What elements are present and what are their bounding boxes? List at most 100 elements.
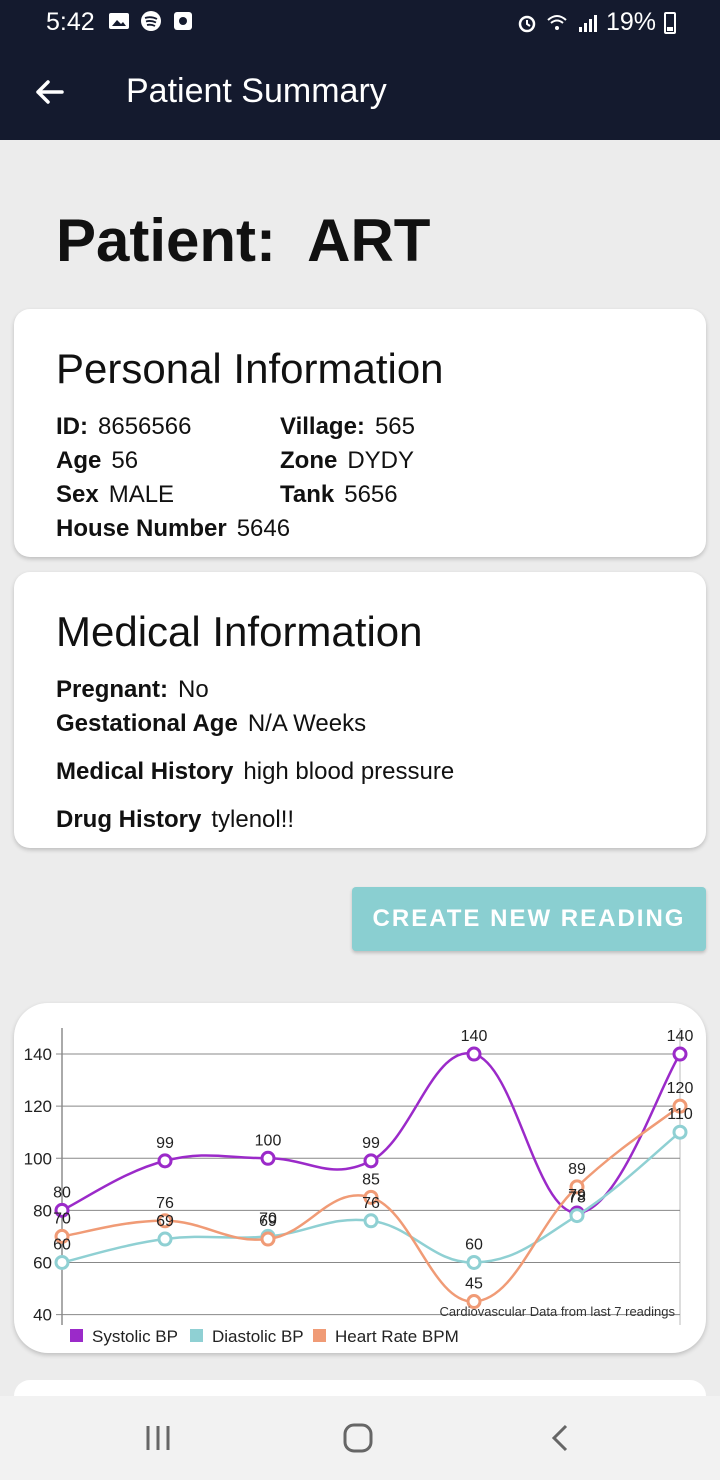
data-label-systolic-bp: 99	[156, 1135, 174, 1152]
navigation-bar	[0, 1396, 720, 1480]
tank-field: Tank 5656	[280, 481, 398, 509]
spotify-icon	[141, 11, 161, 31]
sex-value: MALE	[108, 481, 175, 508]
data-label-diastolic-bp: 76	[362, 1195, 380, 1212]
data-point-diastolic-bp	[466, 1254, 482, 1270]
data-point-systolic-bp	[157, 1153, 173, 1169]
data-point-diastolic-bp	[672, 1124, 688, 1140]
y-tick-label: 120	[24, 1097, 52, 1116]
personal-info-title: Personal Information	[56, 345, 444, 392]
battery-icon	[664, 11, 676, 34]
data-point-heart-rate-bpm	[260, 1231, 276, 1247]
legend-label-systolic-bp: Systolic BP	[92, 1327, 178, 1346]
data-label-heart-rate-bpm: 69	[259, 1213, 277, 1230]
medical-history-value: high blood pressure	[243, 758, 455, 785]
pregnant-value: No	[178, 676, 209, 703]
legend-swatch-heart-rate-bpm	[313, 1329, 326, 1342]
y-tick-label: 80	[33, 1201, 52, 1220]
data-label-heart-rate-bpm: 89	[568, 1161, 586, 1178]
zone-value: DYDY	[347, 447, 415, 474]
data-point-diastolic-bp	[363, 1213, 379, 1229]
chart-description: Cardiovascular Data from last 7 readings	[439, 1304, 675, 1319]
data-label-heart-rate-bpm: 45	[465, 1276, 483, 1293]
data-point-systolic-bp	[672, 1046, 688, 1062]
id-field: ID: 8656566	[56, 413, 191, 441]
house-number-field: House Number 5646	[56, 515, 290, 543]
system-status: 19%	[516, 8, 676, 37]
data-label-diastolic-bp: 60	[53, 1236, 71, 1253]
image-icon	[109, 13, 129, 29]
y-tick-label: 140	[24, 1045, 52, 1064]
medical-info-title: Medical Information	[56, 608, 423, 655]
legend-label-heart-rate-bpm: Heart Rate BPM	[335, 1327, 459, 1346]
data-label-heart-rate-bpm: 70	[53, 1210, 71, 1227]
app-bar: Patient Summary	[0, 44, 720, 140]
drug-history-value: tylenol!!	[211, 806, 295, 833]
y-tick-label: 60	[33, 1253, 52, 1272]
y-tick-label: 100	[24, 1149, 52, 1168]
id-value: 8656566	[98, 413, 192, 440]
data-label-diastolic-bp: 110	[667, 1106, 693, 1123]
page-title: Patient Summary	[126, 72, 387, 110]
data-point-systolic-bp	[260, 1150, 276, 1166]
pregnant-field: Pregnant: No	[56, 676, 209, 704]
village-value: 565	[374, 413, 415, 440]
data-point-diastolic-bp	[569, 1208, 585, 1224]
create-new-reading-button[interactable]: CREATE NEW READING	[352, 887, 706, 951]
age-field: Age 56	[56, 447, 138, 475]
data-label-diastolic-bp: 78	[568, 1190, 586, 1207]
series-line-systolic-bp	[61, 1052, 682, 1215]
village-label: Village:	[280, 413, 365, 440]
recent-apps-icon[interactable]	[138, 1418, 178, 1458]
data-label-diastolic-bp: 60	[465, 1236, 483, 1253]
data-point-systolic-bp	[466, 1046, 482, 1062]
data-point-systolic-bp	[363, 1153, 379, 1169]
data-label-systolic-bp: 140	[461, 1028, 488, 1045]
wifi-icon	[547, 14, 567, 30]
tank-label: Tank	[280, 481, 335, 508]
sex-field: Sex MALE	[56, 481, 174, 509]
personal-info-card: Personal Information ID: 8656566 Village:…	[14, 309, 706, 557]
camera-icon	[174, 12, 192, 30]
status-time: 5:42	[46, 8, 95, 36]
house-number-value: 5646	[236, 515, 291, 542]
data-label-systolic-bp: 80	[53, 1184, 71, 1201]
status-bar: 5:42 19%	[0, 0, 720, 44]
id-label: ID:	[56, 413, 88, 440]
data-label-systolic-bp: 99	[362, 1135, 380, 1152]
sex-label: Sex	[56, 481, 99, 508]
zone-label: Zone	[280, 447, 338, 474]
chevron-left-icon[interactable]	[540, 1418, 580, 1458]
drug-history-label: Drug History	[56, 806, 202, 833]
y-tick-label: 40	[33, 1306, 52, 1325]
arrow-left-icon[interactable]	[30, 72, 70, 112]
notification-icons	[108, 10, 194, 32]
legend-swatch-diastolic-bp	[190, 1329, 203, 1342]
pregnant-label: Pregnant:	[56, 676, 169, 703]
medical-history-field: Medical History high blood pressure	[56, 758, 454, 786]
data-label-heart-rate-bpm: 85	[362, 1171, 380, 1188]
data-label-systolic-bp: 140	[667, 1028, 694, 1045]
patient-heading: Patient: ART	[56, 207, 431, 274]
chart-card: 40 60 80 100 120 140 80 99 100 99 140 79 140 60 69 70 7…	[14, 1003, 706, 1353]
alarm-icon	[518, 15, 536, 32]
data-point-diastolic-bp	[157, 1231, 173, 1247]
gestational-age-field: Gestational Age N/A Weeks	[56, 710, 366, 738]
drug-history-field: Drug History tylenol!!	[56, 806, 294, 834]
data-label-diastolic-bp: 69	[156, 1213, 174, 1230]
zone-field: Zone DYDY	[280, 447, 414, 475]
gestational-age-value: N/A Weeks	[247, 710, 367, 737]
cardiovascular-chart: 406080100120140 8099 100 99140791406069 707…	[24, 1028, 694, 1346]
data-label-heart-rate-bpm: 120	[667, 1080, 694, 1097]
data-label-heart-rate-bpm: 76	[156, 1195, 174, 1212]
age-value: 56	[111, 447, 139, 474]
house-number-label: House Number	[56, 515, 227, 542]
gestational-age-label: Gestational Age	[56, 710, 238, 737]
legend-label-diastolic-bp: Diastolic BP	[212, 1327, 304, 1346]
signal-icon	[578, 14, 597, 32]
home-icon[interactable]	[338, 1418, 378, 1458]
legend-swatch-systolic-bp	[70, 1329, 83, 1342]
battery-percent: 19%	[605, 8, 656, 36]
tank-value: 5656	[344, 481, 398, 508]
age-label: Age	[56, 447, 102, 474]
